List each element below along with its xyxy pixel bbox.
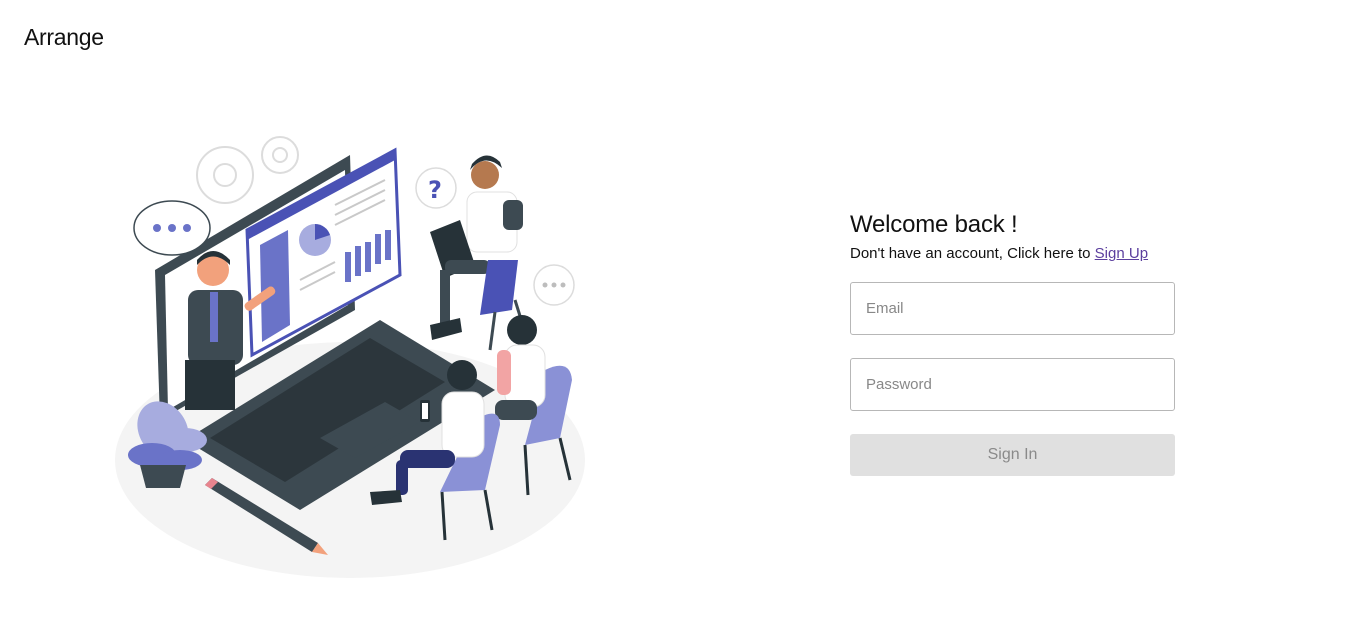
illustration-svg: ?	[115, 136, 585, 578]
login-form: Welcome back ! Don't have an account, Cl…	[850, 211, 1175, 476]
question-bubble-icon: ?	[415, 167, 457, 209]
password-input[interactable]	[850, 358, 1175, 411]
speech-bubble-icon	[133, 200, 211, 256]
sign-in-button[interactable]: Sign In	[850, 434, 1175, 476]
online-meeting-illustration: ?	[100, 120, 600, 590]
email-input[interactable]	[850, 282, 1175, 335]
signup-link[interactable]: Sign Up	[1095, 245, 1148, 262]
chat-bubble-icon	[533, 264, 575, 306]
svg-text:?: ?	[428, 176, 442, 204]
app-logo[interactable]: Arrange	[24, 24, 104, 51]
welcome-heading: Welcome back !	[850, 211, 1018, 238]
gears-icon	[196, 136, 299, 204]
signup-prompt-text: Don't have an account, Click here to	[850, 245, 1095, 262]
signup-prompt: Don't have an account, Click here to Sig…	[850, 245, 1175, 262]
